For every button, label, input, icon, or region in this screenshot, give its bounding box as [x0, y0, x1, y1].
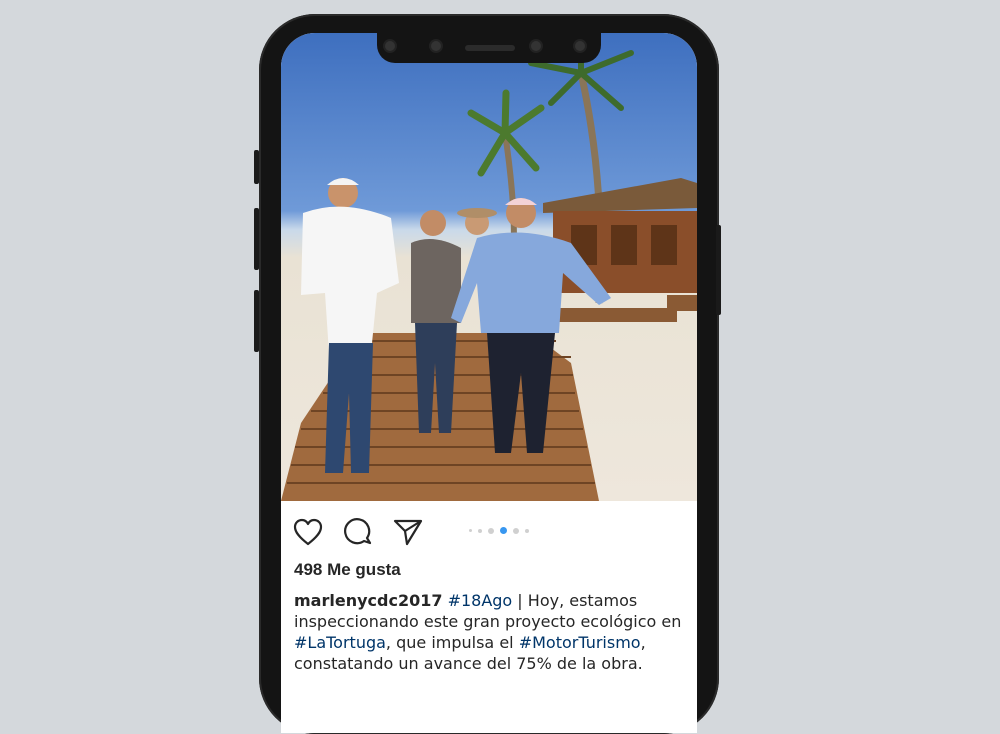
post-photo[interactable] — [281, 33, 697, 501]
likes-count[interactable]: 498 Me gusta — [294, 560, 401, 580]
sensor-icon — [385, 41, 395, 51]
phone-side-button — [254, 208, 259, 270]
beach-scene-illustration — [281, 35, 697, 501]
phone-screen: 498 Me gusta marlenycdc2017 #18Ago | Hoy… — [281, 33, 697, 733]
comment-icon[interactable] — [343, 517, 373, 547]
carousel-dot — [500, 527, 507, 534]
phone-notch — [377, 33, 601, 63]
carousel-dot — [469, 529, 472, 532]
caption-username[interactable]: marlenycdc2017 — [294, 591, 442, 610]
post-action-bar — [293, 517, 443, 547]
sensor-icon — [575, 41, 585, 51]
carousel-dot — [488, 527, 494, 534]
post-caption: marlenycdc2017 #18Ago | Hoy, estamos ins… — [294, 590, 692, 674]
camera-icon — [531, 41, 541, 51]
phone-side-button — [716, 225, 721, 315]
speaker-grille — [465, 45, 515, 51]
phone-side-button — [254, 150, 259, 184]
carousel-indicator — [469, 527, 535, 534]
camera-icon — [431, 41, 441, 51]
caption-hashtag[interactable]: #18Ago — [448, 591, 513, 610]
caption-hashtag[interactable]: #LaTortuga — [294, 633, 386, 652]
caption-hashtag[interactable]: #MotorTurismo — [519, 633, 641, 652]
phone-side-button — [254, 290, 259, 352]
carousel-dot — [525, 528, 529, 533]
carousel-dot — [478, 528, 482, 533]
carousel-dot — [513, 527, 519, 534]
caption-text: , que impulsa el — [385, 633, 519, 652]
share-send-icon[interactable] — [393, 517, 423, 547]
like-heart-icon[interactable] — [293, 517, 323, 547]
